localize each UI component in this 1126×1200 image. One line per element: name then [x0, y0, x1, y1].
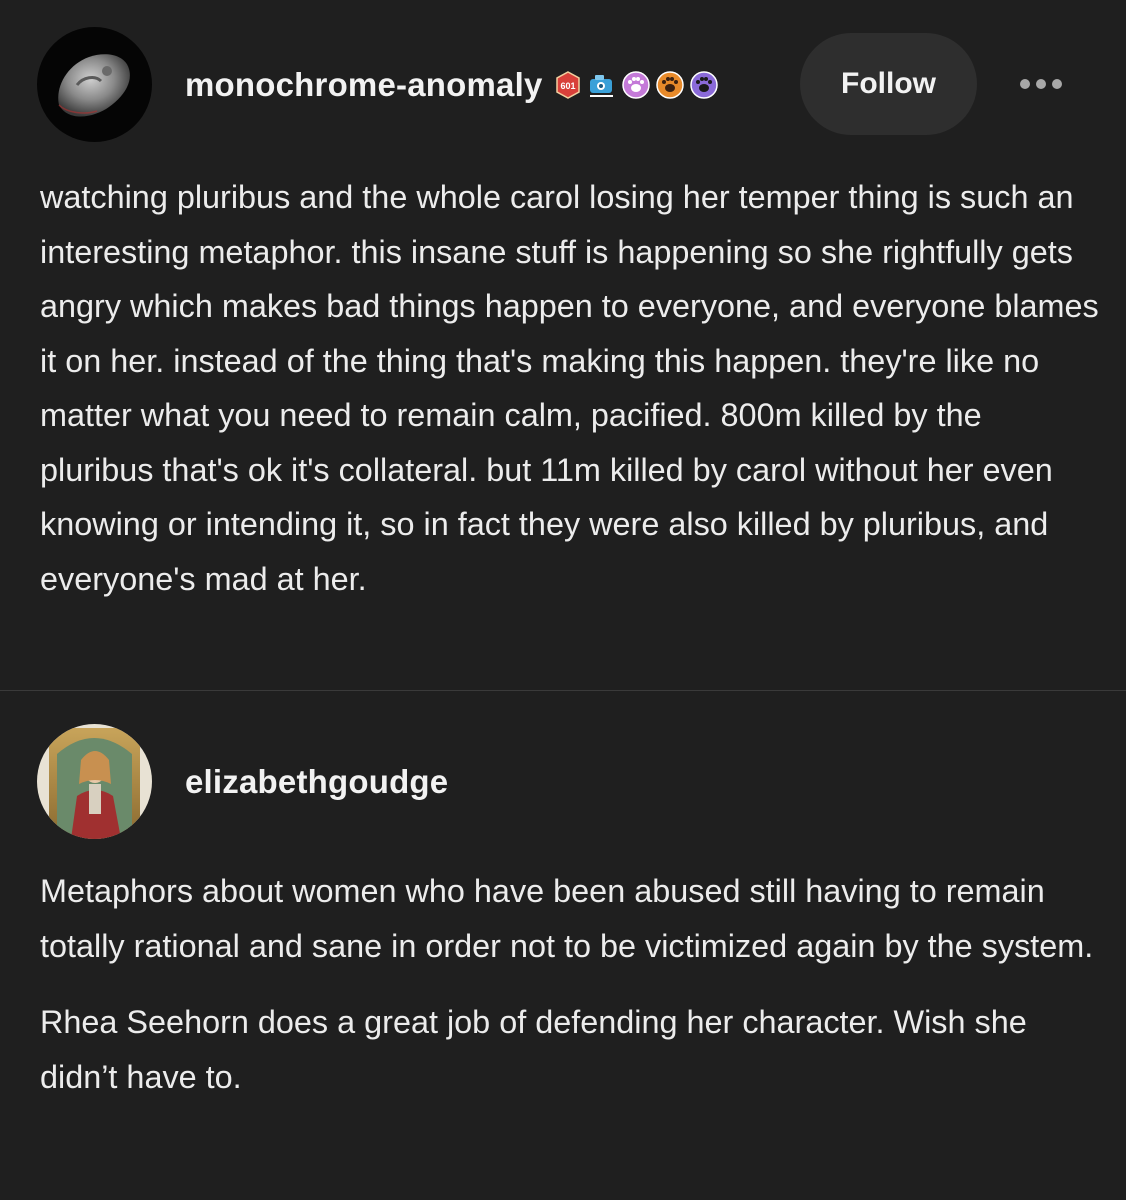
- post-monochrome-anomaly: monochrome-anomaly 601 Follow watching p…: [0, 0, 1126, 690]
- dot: [1052, 79, 1062, 89]
- post-body: Metaphors about women who have been abus…: [40, 864, 1100, 1104]
- paw-badge-icon[interactable]: [689, 70, 719, 100]
- paw-badge-icon[interactable]: [655, 70, 685, 100]
- badge-number: 601: [560, 81, 575, 91]
- post-paragraph: Metaphors about women who have been abus…: [40, 873, 1094, 964]
- post-paragraph: Rhea Seehorn does a great job of defendi…: [40, 1004, 1027, 1095]
- username[interactable]: elizabethgoudge: [185, 763, 448, 801]
- follow-button[interactable]: Follow: [800, 33, 977, 135]
- avatar[interactable]: [37, 27, 152, 142]
- more-options-icon[interactable]: [1010, 66, 1072, 102]
- post-body: watching pluribus and the whole carol lo…: [40, 170, 1100, 606]
- post-header: monochrome-anomaly 601: [37, 27, 719, 142]
- post-elizabethgoudge: elizabethgoudge Metaphors about women wh…: [0, 691, 1126, 1200]
- dot: [1036, 79, 1046, 89]
- paw-badge-icon[interactable]: [621, 70, 651, 100]
- dot: [1020, 79, 1030, 89]
- badges: 601: [553, 70, 719, 100]
- camera-badge-icon[interactable]: [587, 70, 617, 100]
- post-header: elizabethgoudge: [37, 724, 448, 839]
- post-paragraph: watching pluribus and the whole carol lo…: [40, 179, 1099, 597]
- avatar[interactable]: [37, 724, 152, 839]
- username[interactable]: monochrome-anomaly: [185, 66, 543, 104]
- ribbon-badge-icon[interactable]: 601: [553, 70, 583, 100]
